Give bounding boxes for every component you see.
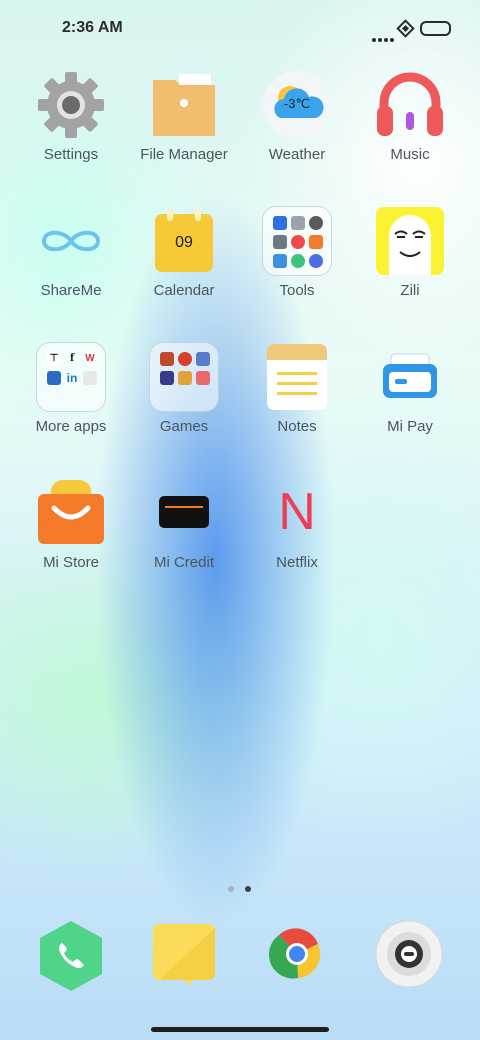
app-zili[interactable]: Zili bbox=[355, 206, 465, 299]
game-icon bbox=[160, 352, 174, 366]
app-label: Mi Pay bbox=[387, 418, 433, 435]
signal-icon bbox=[396, 19, 415, 38]
app-label: ShareMe bbox=[40, 282, 102, 299]
messages-icon bbox=[153, 924, 215, 986]
netflix-icon: N bbox=[262, 478, 332, 548]
wallet-icon bbox=[375, 342, 445, 412]
scanner-icon bbox=[273, 254, 287, 268]
app-label: Calendar bbox=[153, 282, 215, 299]
page-indicator[interactable] bbox=[228, 879, 262, 897]
app-notes[interactable]: Notes bbox=[242, 342, 352, 435]
page-dot[interactable] bbox=[228, 886, 234, 892]
weather-icon: -3℃ bbox=[262, 70, 332, 140]
status-bar: 2:36 AM bbox=[0, 0, 480, 56]
app-label: Games bbox=[159, 418, 209, 435]
app-label: More apps bbox=[35, 418, 107, 435]
folder-more-apps[interactable]: ⊤ f W in More apps bbox=[16, 342, 126, 435]
weather-temperature: -3℃ bbox=[283, 96, 311, 111]
app-calendar[interactable]: 09 Calendar bbox=[129, 206, 239, 299]
app-weather[interactable]: -3℃ Weather bbox=[242, 70, 352, 163]
notification-dots-icon bbox=[372, 29, 396, 47]
shopping-bag-icon bbox=[36, 478, 106, 548]
tools-folder-icon bbox=[262, 206, 332, 276]
security-icon bbox=[273, 216, 287, 230]
game-icon bbox=[160, 371, 174, 385]
recorder-icon bbox=[273, 235, 287, 249]
notes-icon bbox=[262, 342, 332, 412]
app-mi-credit[interactable]: Mi Credit bbox=[129, 478, 239, 571]
zili-ghost-icon bbox=[375, 206, 445, 276]
facebook-icon: f bbox=[69, 353, 75, 364]
page-dot-active[interactable] bbox=[245, 886, 251, 892]
linkedin-icon: in bbox=[66, 371, 78, 385]
chrome-icon bbox=[268, 928, 321, 979]
app-mi-store[interactable]: Mi Store bbox=[16, 478, 126, 571]
app-shareme[interactable]: ShareMe bbox=[16, 206, 126, 299]
home-indicator[interactable] bbox=[151, 1027, 329, 1032]
app-mi-pay[interactable]: Mi Pay bbox=[355, 342, 465, 435]
app-label: Music bbox=[390, 146, 430, 163]
phone-icon bbox=[40, 921, 102, 991]
app-label: Notes bbox=[277, 418, 317, 435]
more-apps-folder-icon: ⊤ f W in bbox=[36, 342, 106, 412]
dock-camera[interactable] bbox=[374, 919, 444, 989]
app-music[interactable]: Music bbox=[355, 70, 465, 163]
headphones-icon bbox=[375, 70, 445, 140]
camera-icon bbox=[375, 920, 443, 988]
credit-card-icon bbox=[149, 478, 219, 548]
game-icon bbox=[178, 352, 192, 366]
app-file-manager[interactable]: File Manager bbox=[129, 70, 239, 163]
app-settings[interactable]: Settings bbox=[16, 70, 126, 163]
folder-games[interactable]: Games bbox=[129, 342, 239, 435]
video-icon bbox=[309, 235, 323, 249]
infinity-icon bbox=[36, 206, 106, 276]
mi-remote-icon bbox=[309, 254, 323, 268]
folder-tools[interactable]: Tools bbox=[242, 206, 352, 299]
dock-chrome[interactable] bbox=[262, 919, 332, 989]
dock-phone[interactable] bbox=[36, 919, 106, 991]
download-icon bbox=[291, 254, 305, 268]
dock-messages[interactable] bbox=[149, 922, 219, 992]
app-label: Mi Credit bbox=[153, 554, 214, 571]
calendar-day: 09 bbox=[175, 234, 193, 251]
cart-icon: ⊤ bbox=[47, 352, 61, 366]
app-netflix[interactable]: N Netflix bbox=[242, 478, 352, 571]
wps-office-icon: W bbox=[85, 353, 95, 364]
screen-recorder-icon bbox=[291, 235, 305, 249]
amazon-prime-icon bbox=[47, 371, 61, 385]
app-label: Mi Store bbox=[43, 554, 99, 571]
compass-icon bbox=[309, 216, 323, 230]
folder-icon bbox=[149, 70, 219, 140]
app-label: Weather bbox=[268, 146, 326, 163]
game-icon bbox=[196, 352, 210, 366]
netflix-logo: N bbox=[278, 483, 316, 541]
app-label: Netflix bbox=[276, 554, 318, 571]
settings-icon bbox=[36, 70, 106, 140]
app-label: Zili bbox=[400, 282, 420, 299]
app-label: File Manager bbox=[140, 146, 228, 163]
game-icon bbox=[196, 371, 210, 385]
battery-icon bbox=[420, 21, 451, 36]
app-label: Settings bbox=[43, 146, 99, 163]
calendar-icon: 09 bbox=[149, 206, 219, 276]
games-folder-icon bbox=[149, 342, 219, 412]
game-icon bbox=[178, 371, 192, 385]
status-time: 2:36 AM bbox=[62, 19, 123, 36]
document-icon bbox=[83, 371, 97, 385]
calculator-icon bbox=[291, 216, 305, 230]
app-label: Tools bbox=[279, 282, 315, 299]
